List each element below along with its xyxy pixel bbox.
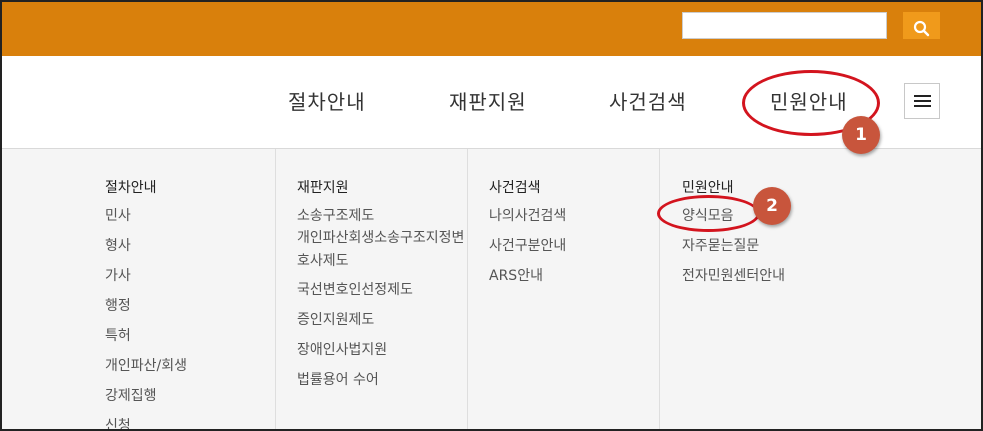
menu-link-disability-support[interactable]: 장애인사법지원 bbox=[297, 339, 387, 359]
menu-column-procedure-guide: 절차안내 민사 형사 가사 행정 특허 개인파산/회생 강제집행 신청 bbox=[2, 149, 276, 429]
main-navigation: 절차안내 재판지원 사건검색 민원안내 bbox=[2, 56, 981, 149]
menu-column-case-search: 사건검색 나의사건검색 사건구분안내 ARS안내 bbox=[468, 149, 660, 429]
search-icon bbox=[913, 20, 930, 36]
search-button[interactable] bbox=[903, 12, 940, 39]
menu-link-ars-guide[interactable]: ARS안내 bbox=[489, 265, 543, 285]
nav-item-trial-support[interactable]: 재판지원 bbox=[449, 86, 527, 115]
nav-item-civil-service-guide[interactable]: 민원안내 bbox=[770, 86, 848, 115]
menu-link-faq[interactable]: 자주묻는질문 bbox=[682, 235, 759, 255]
menu-link-public-defender[interactable]: 국선변호인선정제도 bbox=[297, 279, 413, 299]
nav-item-case-search[interactable]: 사건검색 bbox=[609, 86, 687, 115]
menu-link-form-collection[interactable]: 양식모음 bbox=[682, 205, 734, 225]
mega-menu-dropdown: 절차안내 민사 형사 가사 행정 특허 개인파산/회생 강제집행 신청 재판지원… bbox=[2, 149, 981, 429]
menu-column-civil-service-guide: 민원안내 양식모음 자주묻는질문 전자민원센터안내 bbox=[660, 149, 981, 429]
menu-link-bankruptcy[interactable]: 개인파산/회생 bbox=[105, 355, 187, 375]
step-badge-2: 2 bbox=[753, 187, 791, 225]
menu-link-bankruptcy-attorney[interactable]: 개인파산회생소송구조지정변호사제도 bbox=[297, 227, 467, 273]
menu-link-patent[interactable]: 특허 bbox=[105, 325, 131, 345]
top-header-bar bbox=[2, 2, 981, 56]
column-title[interactable]: 재판지원 bbox=[297, 177, 349, 197]
nav-item-procedure-guide[interactable]: 절차안내 bbox=[288, 86, 366, 115]
menu-link-my-case-search[interactable]: 나의사건검색 bbox=[489, 205, 566, 225]
menu-link-administrative[interactable]: 행정 bbox=[105, 295, 131, 315]
menu-link-case-type-guide[interactable]: 사건구분안내 bbox=[489, 235, 566, 255]
menu-link-witness-support[interactable]: 증인지원제도 bbox=[297, 309, 374, 329]
menu-link-family[interactable]: 가사 bbox=[105, 265, 131, 285]
menu-link-litigation-aid[interactable]: 소송구조제도 bbox=[297, 205, 374, 225]
step-badge-1: 1 bbox=[842, 116, 880, 154]
menu-link-e-civil-center[interactable]: 전자민원센터안내 bbox=[682, 265, 785, 285]
column-title[interactable]: 민원안내 bbox=[682, 177, 734, 197]
menu-link-legal-sign-language[interactable]: 법률용어 수어 bbox=[297, 369, 379, 389]
menu-link-criminal[interactable]: 형사 bbox=[105, 235, 131, 255]
search-input[interactable] bbox=[682, 12, 887, 39]
screenshot-frame: 절차안내 재판지원 사건검색 민원안내 절차안내 민사 형사 가사 행정 특허 … bbox=[0, 0, 983, 431]
menu-link-civil[interactable]: 민사 bbox=[105, 205, 131, 225]
menu-link-application[interactable]: 신청 bbox=[105, 415, 131, 429]
menu-column-trial-support: 재판지원 소송구조제도 개인파산회생소송구조지정변호사제도 국선변호인선정제도 … bbox=[276, 149, 468, 429]
hamburger-menu-icon[interactable] bbox=[904, 83, 940, 119]
menu-link-enforcement[interactable]: 강제집행 bbox=[105, 385, 157, 405]
column-title[interactable]: 절차안내 bbox=[105, 177, 157, 197]
column-title[interactable]: 사건검색 bbox=[489, 177, 541, 197]
